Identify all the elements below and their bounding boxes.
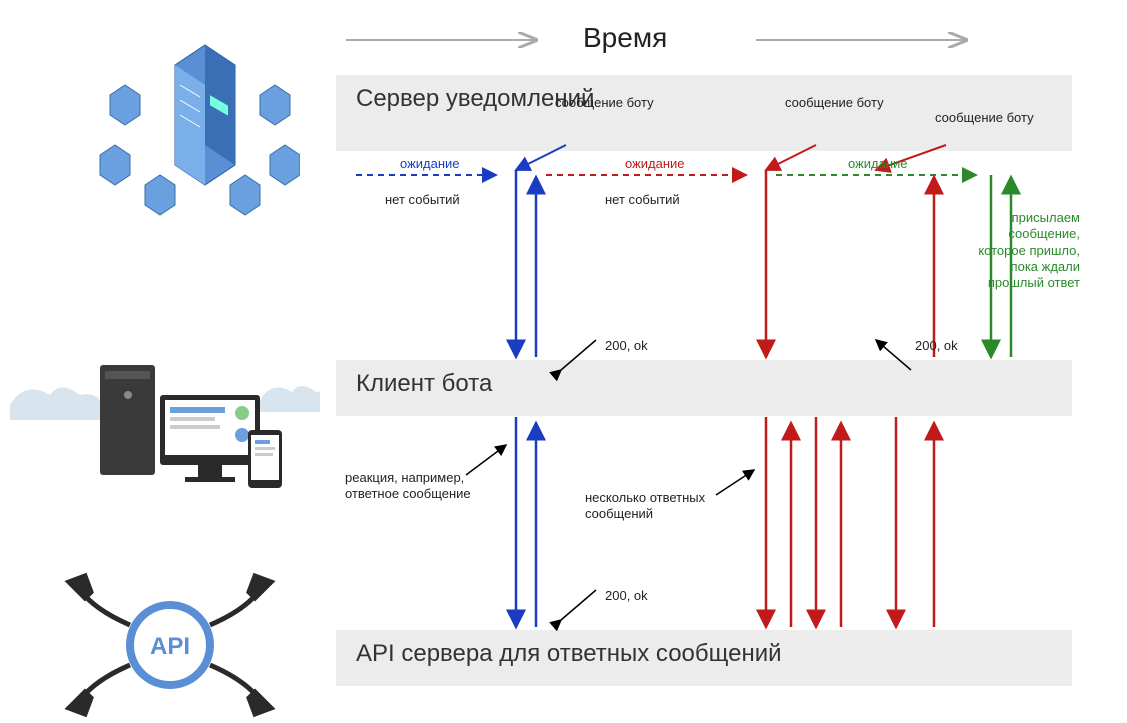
status-200-bottom: 200, ok — [605, 588, 648, 604]
servers-cluster-icon — [80, 15, 300, 225]
reaction-label: реакция, например, ответное сообщение — [345, 470, 471, 503]
waiting-red-label: ожидание — [625, 156, 685, 172]
msg-to-bot-a: сообщение боту — [555, 95, 654, 111]
waiting-green-label: ожидание — [848, 156, 908, 172]
time-axis — [336, 28, 1072, 58]
client-devices-icon — [10, 345, 320, 515]
api-plug-icon: API — [55, 570, 285, 720]
status-200-a: 200, ok — [605, 338, 648, 354]
msg-to-bot-b: сообщение боту — [785, 95, 884, 111]
status-200-b: 200, ok — [915, 338, 958, 354]
no-events-b: нет событий — [605, 192, 680, 208]
svg-text:API: API — [150, 633, 190, 660]
multi-resp-label: несколько ответных сообщений — [585, 490, 705, 523]
msg-to-bot-c: сообщение боту — [935, 110, 1034, 126]
waiting-blue-label: ожидание — [400, 156, 460, 172]
time-label: Время — [583, 20, 667, 55]
queued-msg-label: присылаем сообщение, которое пришло, пок… — [960, 210, 1080, 291]
no-events-a: нет событий — [385, 192, 460, 208]
